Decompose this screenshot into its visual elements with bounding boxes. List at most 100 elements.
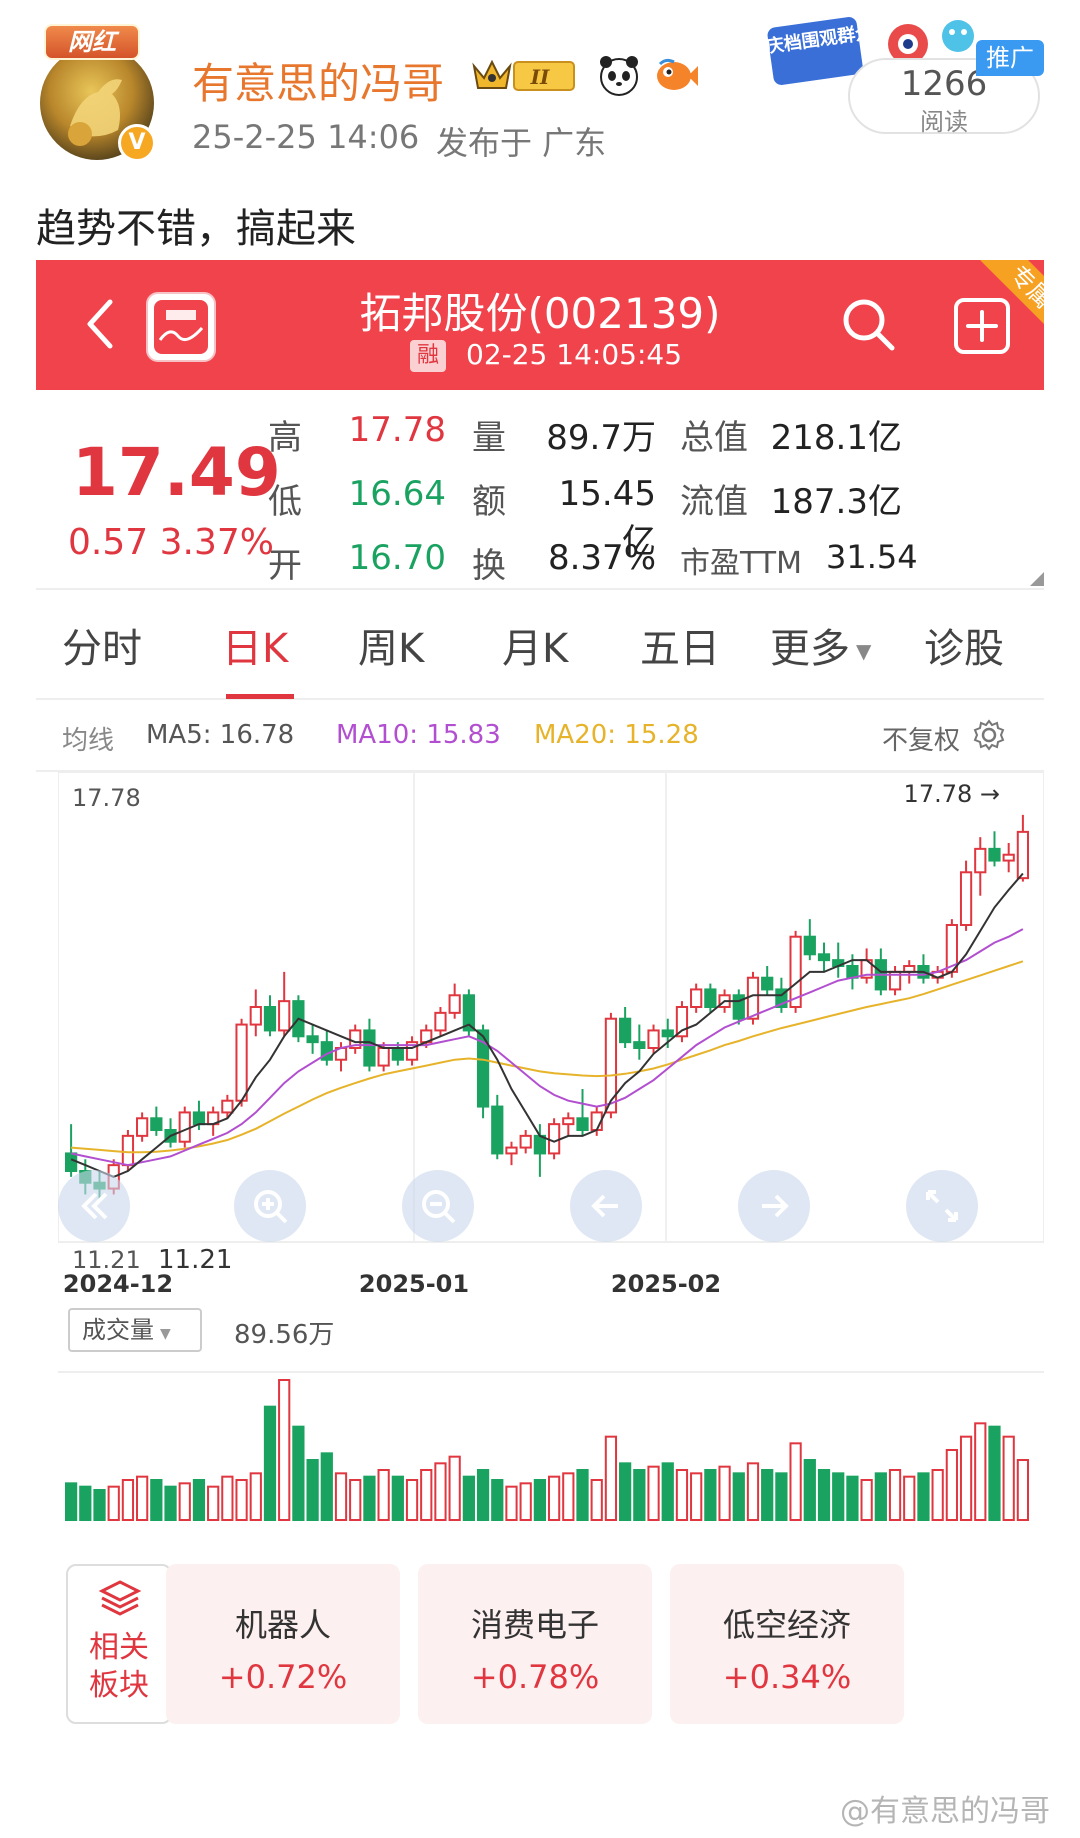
candle-body [448, 994, 461, 1014]
volume-bar [448, 1455, 461, 1521]
ma5-value: MA5: 16.78 [146, 720, 295, 750]
add-watchlist-icon[interactable] [952, 296, 1012, 356]
post-text: 趋势不错，搞起来 [36, 206, 356, 252]
chart-tabs: 分时 日K 周K 月K 五日 更多 ▼ 诊股 [36, 590, 1044, 700]
volume-bar [917, 1472, 930, 1522]
username[interactable]: 有意思的冯哥 [192, 50, 444, 111]
search-icon[interactable] [836, 292, 900, 356]
volume-bar [136, 1475, 149, 1521]
candle-body [647, 1029, 660, 1049]
volume-bar [476, 1469, 490, 1521]
volume-bar [675, 1469, 689, 1521]
sector-change: +0.34% [722, 1658, 852, 1696]
tab-intraday[interactable]: 分时 [62, 616, 142, 674]
field-label: 额 [472, 482, 506, 522]
field-value: 89.7万 [546, 418, 656, 458]
candle-body [547, 1123, 561, 1155]
volume-bar [903, 1475, 916, 1521]
tab-weekly-k[interactable]: 周K [358, 616, 424, 674]
volume-svg [58, 1371, 1044, 1522]
volume-bar [576, 1469, 589, 1521]
zoom-in-button[interactable] [234, 1170, 306, 1242]
stock-header: 拓邦股份(002139) 融 02-25 14:05:45 专属 [36, 260, 1044, 390]
volume-bar [803, 1459, 816, 1521]
arrow-left-icon [591, 1194, 618, 1218]
volume-bar [988, 1425, 1001, 1522]
sector-card-low-altitude[interactable]: 低空经济 +0.34% [670, 1564, 904, 1724]
volume-chart[interactable] [58, 1370, 1044, 1530]
candle-body [491, 1105, 504, 1155]
volume-bar [633, 1469, 646, 1521]
menu-line-2: 板块 [89, 1668, 149, 1703]
watermark: @有意思的冯哥 [840, 1794, 1050, 1829]
x-tick-label: 2025-01 [359, 1270, 469, 1292]
candle-body [434, 1011, 447, 1032]
candle-body [576, 1117, 589, 1131]
field-label: 换 [472, 546, 506, 586]
volume-bar [420, 1469, 433, 1521]
candle-body [604, 1017, 618, 1114]
volume-bar [974, 1422, 987, 1521]
volume-bar [860, 1479, 873, 1521]
crown-level-badge-icon: II [472, 59, 575, 91]
field-label: 总值 [680, 418, 748, 458]
volume-bar [462, 1475, 475, 1521]
volume-bar [704, 1469, 717, 1521]
tab-monthly-k[interactable]: 月K [502, 616, 568, 674]
sector-change: +0.72% [218, 1658, 348, 1696]
tab-more[interactable]: 更多 ▼ [770, 616, 871, 674]
arrow-right-icon [762, 1194, 789, 1218]
fullscreen-button[interactable] [906, 1170, 978, 1242]
field-value: 17.78 [348, 410, 446, 450]
candle-body [192, 1111, 206, 1126]
tab-five-day[interactable]: 五日 [640, 616, 720, 674]
zoom-in-icon [254, 1190, 288, 1224]
volume-bar [221, 1475, 234, 1521]
kline-chart[interactable]: 17.78 17.78 → 11.21 11.21 2024-12 2025-01 2025… [58, 772, 1044, 1292]
volume-bar [306, 1459, 319, 1521]
volume-bar [888, 1469, 902, 1521]
candle-body [178, 1111, 191, 1143]
pan-right-button[interactable] [738, 1170, 810, 1242]
volume-indicator-select[interactable]: 成交量 ▼ [68, 1308, 202, 1352]
candle-body [619, 1017, 632, 1044]
tab-daily-k[interactable]: 日K [222, 616, 288, 674]
volume-bar [121, 1479, 135, 1521]
sector-card-consumer-electronics[interactable]: 消费电子 +0.78% [418, 1564, 652, 1724]
related-sectors-button[interactable]: 相关 板块 [66, 1564, 172, 1724]
adjust-mode[interactable]: 不复权 [882, 720, 960, 757]
volume-bar [959, 1435, 973, 1521]
volume-bar [192, 1479, 206, 1521]
pan-left-button[interactable] [570, 1170, 642, 1242]
candle-body [121, 1134, 135, 1167]
volume-bar [547, 1475, 561, 1521]
ma20-value: MA20: 15.28 [534, 720, 699, 750]
volume-bar [107, 1485, 120, 1521]
volume-bar [349, 1479, 362, 1521]
tab-diagnose[interactable]: 诊股 [924, 616, 1004, 674]
field-label: 市盈TTM [680, 546, 803, 581]
volume-bar [1002, 1435, 1015, 1521]
volume-bar [249, 1472, 262, 1522]
double-chevron-left-icon [81, 1192, 108, 1220]
volume-bar [491, 1479, 504, 1521]
candle-body [974, 847, 987, 874]
read-label: 阅读 [920, 108, 968, 136]
zoom-out-button[interactable] [402, 1170, 474, 1242]
field-label: 高 [268, 418, 302, 458]
gear-icon[interactable] [972, 718, 1006, 752]
expand-corner-icon[interactable] [1030, 572, 1044, 586]
candle-body [278, 1000, 291, 1032]
candle-body [249, 1006, 262, 1026]
candle-body [1002, 853, 1015, 862]
post-location: 发布于 广东 [436, 124, 607, 162]
candle-body [64, 1152, 78, 1172]
promo-badge[interactable]: 推广 [976, 40, 1044, 76]
kline-svg: 17.78 17.78 →11.21 11.212024-12 2025-01 2025… [58, 772, 1044, 1292]
volume-bar [789, 1442, 802, 1521]
price-change: 0.57 3.37% [68, 522, 274, 563]
sector-card-robot[interactable]: 机器人 +0.72% [166, 1564, 400, 1724]
post-header: 网红 V 有意思的冯哥 II 25-2-25 14:06 发布于 广东 国庆档围… [0, 0, 1080, 180]
scroll-left-button[interactable] [58, 1170, 130, 1242]
candle-body [1016, 830, 1030, 880]
